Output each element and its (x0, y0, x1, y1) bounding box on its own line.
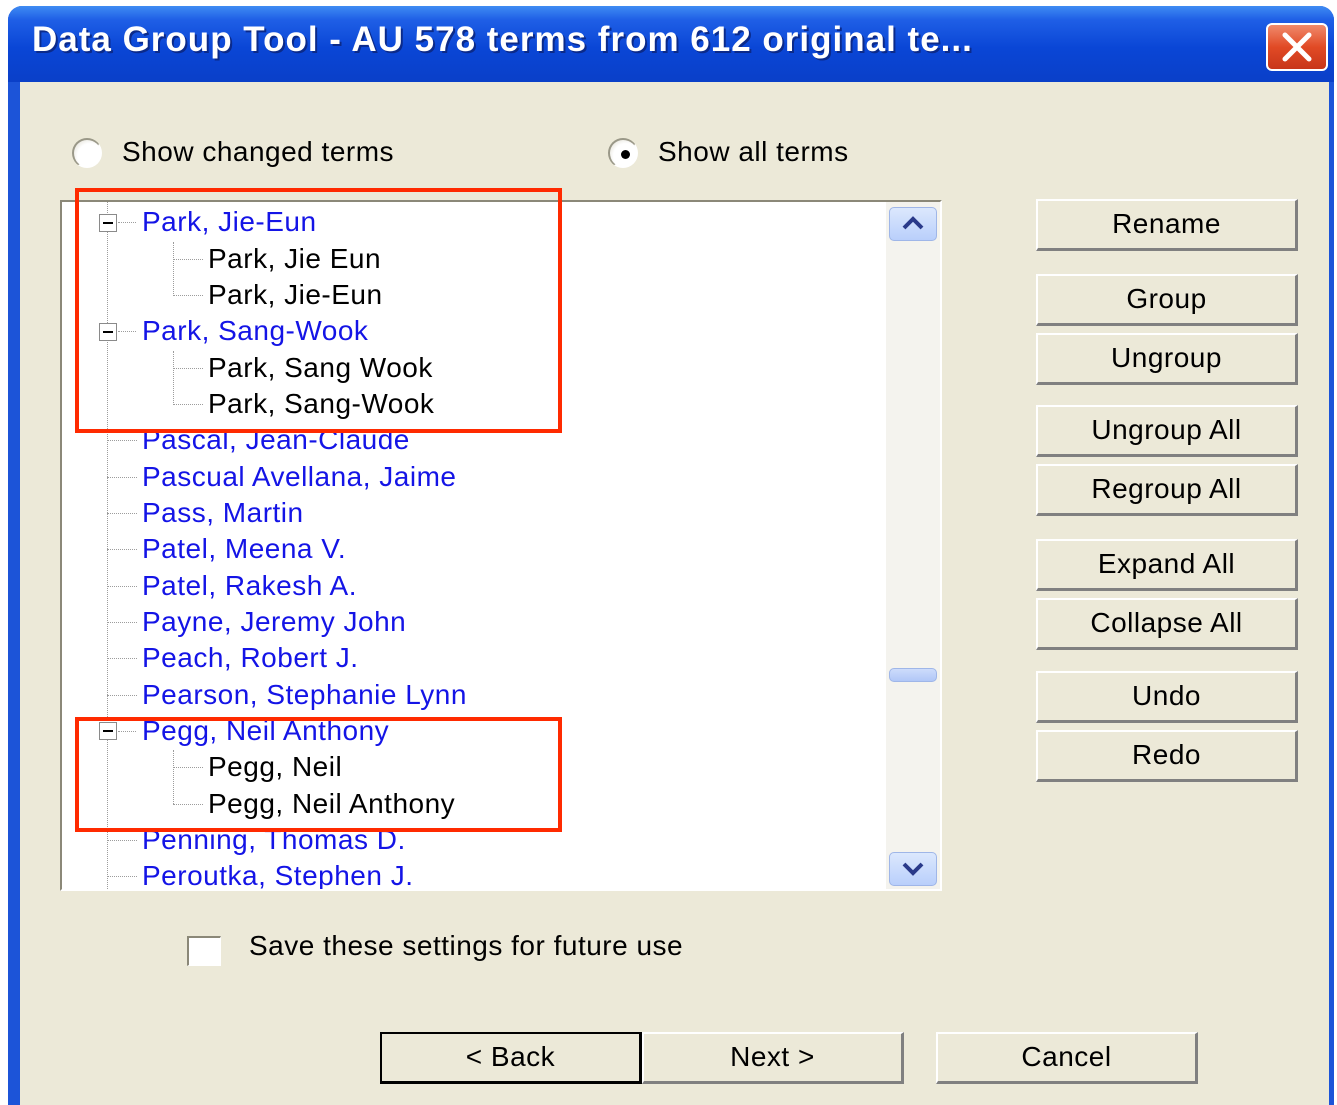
tree-item[interactable]: Pearson, Stephanie Lynn (142, 677, 467, 713)
close-icon (1282, 32, 1312, 62)
undo-button[interactable]: Undo (1036, 671, 1298, 723)
chevron-up-icon (902, 216, 924, 230)
radio-circle[interactable] (72, 138, 102, 168)
tree-item[interactable]: Patel, Meena V. (142, 531, 346, 567)
scroll-up-button[interactable] (889, 207, 937, 241)
tree-item[interactable]: Peroutka, Stephen J. (142, 858, 414, 889)
redo-button[interactable]: Redo (1036, 730, 1298, 782)
tree-item[interactable]: Peach, Robert J. (142, 640, 359, 676)
radio-circle[interactable] (608, 138, 638, 168)
scroll-thumb[interactable] (889, 668, 937, 682)
window-title: Data Group Tool - AU 578 terms from 612 … (32, 20, 973, 59)
tree-connector (107, 513, 137, 514)
tree-connector (107, 876, 137, 877)
scroll-down-button[interactable] (889, 852, 937, 886)
tree-item[interactable]: Payne, Jeremy John (142, 604, 406, 640)
tree-connector (107, 658, 137, 659)
highlight-box (75, 717, 562, 832)
tree-connector (107, 840, 137, 841)
ungroup-button[interactable]: Ungroup (1036, 333, 1298, 385)
cancel-button[interactable]: Cancel (936, 1032, 1198, 1084)
chevron-down-icon (902, 862, 924, 876)
tree-item[interactable]: Patel, Rakesh A. (142, 568, 357, 604)
close-button[interactable] (1266, 23, 1328, 71)
radio-selected-dot (621, 150, 630, 159)
tree-connector (107, 622, 137, 623)
tree-connector (107, 440, 137, 441)
group-button[interactable]: Group (1036, 274, 1298, 326)
dialog-window: Data Group Tool - AU 578 terms from 612 … (8, 6, 1334, 1105)
tree-connector (107, 549, 137, 550)
save-settings-checkbox[interactable] (187, 936, 221, 966)
regroup-all-button[interactable]: Regroup All (1036, 464, 1298, 516)
tree-connector (107, 586, 137, 587)
title-bar[interactable]: Data Group Tool - AU 578 terms from 612 … (8, 6, 1334, 82)
back-button[interactable]: < Back (380, 1032, 642, 1084)
expand-all-button[interactable]: Expand All (1036, 539, 1298, 591)
tree-scrollbar[interactable] (886, 202, 940, 889)
radio-show-changed-label: Show changed terms (122, 136, 395, 167)
ungroup-all-button[interactable]: Ungroup All (1036, 405, 1298, 457)
highlight-box (75, 188, 562, 433)
collapse-all-button[interactable]: Collapse All (1036, 598, 1298, 650)
tree-item[interactable]: Pascual Avellana, Jaime (142, 459, 457, 495)
tree-connector (107, 695, 137, 696)
tree-connector (107, 477, 137, 478)
radio-show-all-label: Show all terms (658, 136, 849, 167)
tree-item[interactable]: Pass, Martin (142, 495, 304, 531)
next-button[interactable]: Next > (642, 1032, 904, 1084)
rename-button[interactable]: Rename (1036, 199, 1298, 251)
dialog-body: Show changed terms Show all terms Park, … (20, 82, 1329, 1105)
save-settings-label: Save these settings for future use (249, 930, 684, 961)
